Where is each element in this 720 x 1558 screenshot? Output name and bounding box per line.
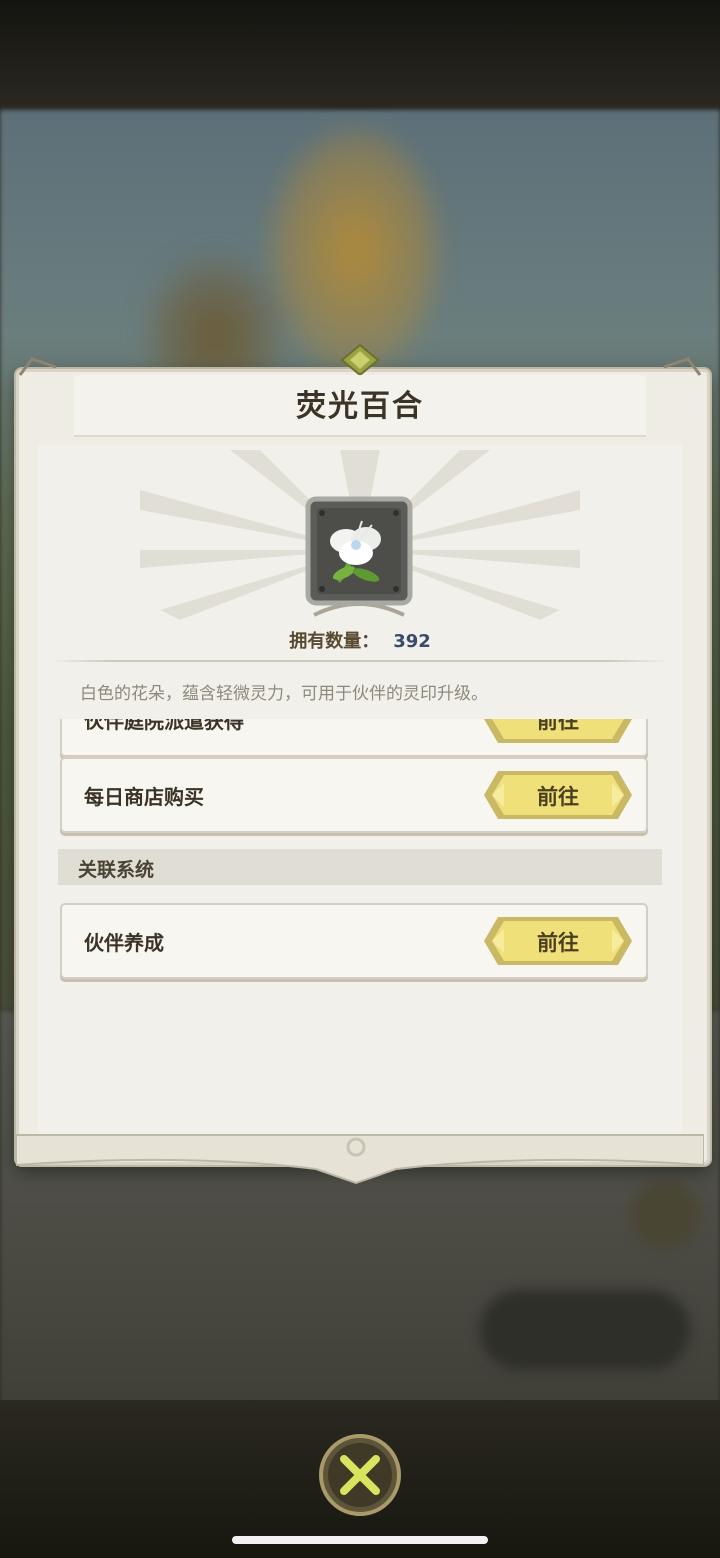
dialog-title: 荧光百合 — [296, 389, 424, 424]
source-label: 伙伴庭院派遣获得 — [84, 719, 244, 733]
item-detail-dialog: 荧光百合 拥有数量： 392 白色的花朵，蕴含轻微灵力，可用于伙伴的灵印升级。 … — [10, 343, 710, 1190]
source-list[interactable]: 伙伴庭院派遣获得 前往 每日商店购买 前往 关联系统 伙伴养成 前往 — [50, 719, 670, 999]
list-item-source: 伙伴庭院派遣获得 前往 — [60, 719, 648, 757]
divider — [50, 660, 670, 662]
quantity-label: 拥有数量： — [289, 631, 380, 652]
white-lily-flower-icon — [305, 496, 413, 617]
top-gem-ornament-icon — [340, 343, 380, 377]
close-x-icon — [319, 1434, 401, 1516]
corner-ornament-icon — [18, 357, 57, 376]
quantity-row: 拥有数量： 392 — [10, 627, 710, 653]
parchment-bottom-edge — [16, 1134, 704, 1185]
close-button[interactable] — [318, 1433, 402, 1517]
related-label: 伙伴养成 — [84, 931, 164, 955]
corner-ornament-icon — [663, 357, 702, 376]
goto-button[interactable]: 前往 — [482, 769, 634, 821]
home-indicator[interactable] — [232, 1536, 488, 1544]
source-label: 每日商店购买 — [84, 785, 204, 809]
item-description: 白色的花朵，蕴含轻微灵力，可用于伙伴的灵印升级。 — [80, 684, 488, 704]
list-item-source: 每日商店购买 前往 — [60, 757, 648, 833]
item-icon-frame — [304, 495, 414, 617]
goto-button[interactable]: 前往 — [482, 915, 634, 967]
goto-button[interactable]: 前往 — [482, 719, 634, 745]
related-section-header: 关联系统 — [58, 849, 662, 885]
list-item-related: 伙伴养成 前往 — [60, 903, 648, 979]
quantity-value: 392 — [393, 631, 431, 652]
